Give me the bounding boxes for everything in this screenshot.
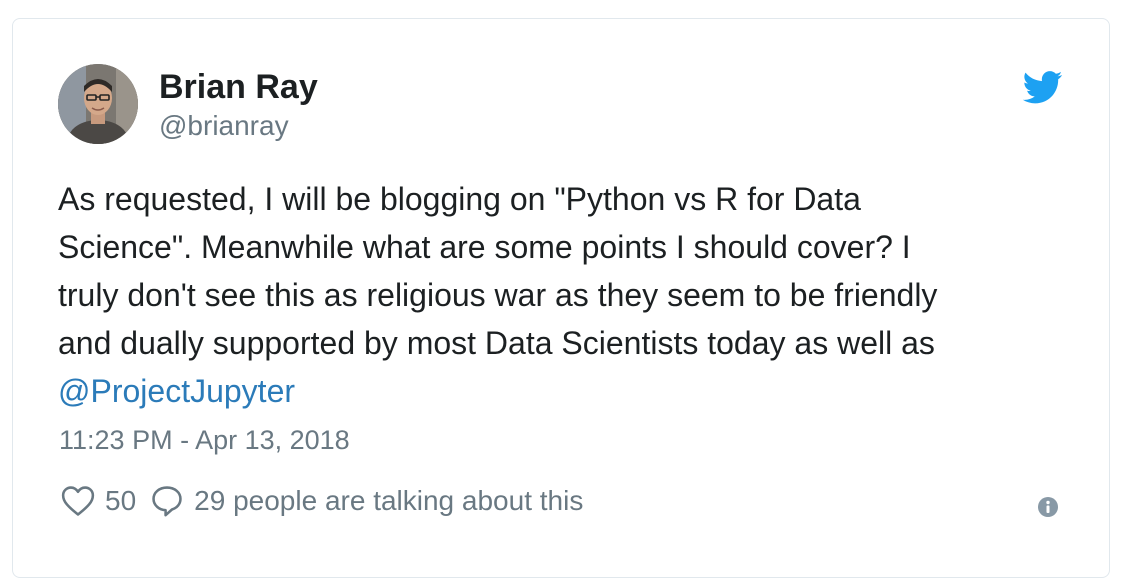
info-icon[interactable]	[1038, 497, 1058, 517]
tweet-actions: 50 29 people are talking about this	[61, 481, 583, 521]
tweet-text-line: Science". Meanwhile what are some points…	[58, 229, 911, 265]
talking-label: 29 people are talking about this	[194, 485, 584, 516]
tweet-text-line: truly don't see this as religious war as…	[58, 277, 938, 313]
tweet-text-line: and dually supported by most Data Scient…	[58, 325, 935, 361]
like-button[interactable]: 50	[61, 485, 150, 517]
speech-bubble-icon	[152, 486, 182, 517]
user-name[interactable]: Brian Ray	[159, 67, 318, 107]
user-handle[interactable]: @brianray	[159, 109, 289, 143]
tweet-text: As requested, I will be blogging on "Pyt…	[58, 175, 1068, 415]
avatar[interactable]	[58, 64, 138, 144]
tweet-card: Brian Ray @brianray As requested, I will…	[12, 18, 1110, 578]
mention-link[interactable]: @ProjectJupyter	[58, 373, 295, 409]
like-count: 50	[105, 485, 137, 516]
twitter-bird-icon[interactable]	[1022, 71, 1063, 104]
tweet-timestamp[interactable]: 11:23 PM - Apr 13, 2018	[59, 423, 350, 457]
heart-icon	[61, 486, 95, 516]
talking-button[interactable]: 29 people are talking about this	[150, 484, 583, 518]
tweet-text-line: As requested, I will be blogging on "Pyt…	[58, 181, 861, 217]
